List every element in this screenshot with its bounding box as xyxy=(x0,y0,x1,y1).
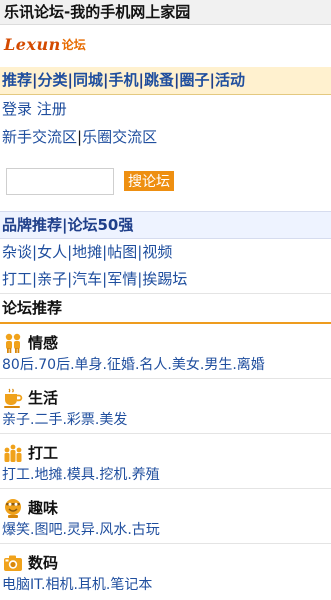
category-head: 情感 xyxy=(2,324,331,354)
category-name[interactable]: 打工 xyxy=(28,442,58,464)
login-link[interactable]: 登录 xyxy=(2,100,32,118)
category-head: 数码 xyxy=(2,544,331,574)
forum-recommend-title: 论坛推荐 xyxy=(0,294,331,324)
register-link[interactable]: 注册 xyxy=(37,100,67,118)
nav-item-tongcheng[interactable]: 同城 xyxy=(73,71,103,89)
search-button[interactable]: 搜论坛 xyxy=(124,171,174,191)
nav-item-shouji[interactable]: 手机 xyxy=(109,71,139,89)
category-name[interactable]: 生活 xyxy=(28,387,58,409)
auth-row: 登录 注册 xyxy=(0,95,331,123)
quick-link-shipin[interactable]: 视频 xyxy=(142,243,172,261)
quick-link-dagong[interactable]: 打工 xyxy=(2,270,32,288)
lequan-exchange-link[interactable]: 乐圈交流区 xyxy=(82,128,157,146)
quick-link-nvren[interactable]: 女人 xyxy=(37,243,67,261)
coffee-cup-icon xyxy=(2,387,24,409)
category-item: 生活 亲子.二手.彩票.美发 xyxy=(0,379,331,434)
search-area: 搜论坛 xyxy=(0,151,331,211)
logo-text-cn: 论坛 xyxy=(61,37,86,52)
top-nav: 推荐|分类|同城|手机|跳蚤|圈子|活动 xyxy=(0,67,331,95)
category-item: 打工 打工.地摊.模具.挖机.养殖 xyxy=(0,434,331,489)
category-name[interactable]: 情感 xyxy=(28,332,58,354)
category-links[interactable]: 电脑IT.相机.耳机.笔记本 xyxy=(2,574,331,598)
logo[interactable]: Lexun 论坛 xyxy=(0,25,331,63)
search-input[interactable] xyxy=(6,167,114,195)
quick-link-zatan[interactable]: 杂谈 xyxy=(2,243,32,261)
page-title: 乐讯论坛-我的手机网上家园 xyxy=(4,3,191,21)
category-links[interactable]: 80后.70后.单身.征婚.名人.美女.男生.离婚 xyxy=(2,354,331,378)
camera-icon xyxy=(2,552,24,574)
top50-link[interactable]: 论坛50强 xyxy=(68,216,134,234)
header-bar: 乐讯论坛-我的手机网上家园 xyxy=(0,0,331,25)
quick-link-junqing[interactable]: 军情 xyxy=(107,270,137,288)
workers-icon xyxy=(2,442,24,464)
category-head: 趣味 xyxy=(2,489,331,519)
couple-icon xyxy=(2,332,24,354)
quick-link-aiti[interactable]: 挨踢坛 xyxy=(142,270,187,288)
quick-link-qinzi[interactable]: 亲子 xyxy=(37,270,67,288)
category-name[interactable]: 数码 xyxy=(28,552,58,574)
quick-link-tietu[interactable]: 帖图 xyxy=(107,243,137,261)
brand-recommend-link[interactable]: 品牌推荐 xyxy=(2,216,62,234)
category-links[interactable]: 亲子.二手.彩票.美发 xyxy=(2,409,331,433)
exchange-row: 新手交流区|乐圈交流区 xyxy=(0,123,331,151)
category-name[interactable]: 趣味 xyxy=(28,497,58,519)
quick-links-row-1: 杂谈|女人|地摊|帖图|视频 xyxy=(0,239,331,266)
nav-item-quanzi[interactable]: 圈子 xyxy=(180,71,210,89)
nav-item-huodong[interactable]: 活动 xyxy=(215,71,245,89)
category-item: 趣味 爆笑.图吧.灵异.风水.古玩 xyxy=(0,489,331,544)
category-links[interactable]: 爆笑.图吧.灵异.风水.古玩 xyxy=(2,519,331,543)
logo-text-en: Lexun xyxy=(4,34,61,54)
smiley-icon xyxy=(2,497,24,519)
brand-bar: 品牌推荐|论坛50强 xyxy=(0,211,331,239)
nav-item-fenlei[interactable]: 分类 xyxy=(38,71,68,89)
newbie-exchange-link[interactable]: 新手交流区 xyxy=(2,128,77,146)
category-item: 数码 电脑IT.相机.耳机.笔记本 xyxy=(0,544,331,598)
quick-link-qiche[interactable]: 汽车 xyxy=(72,270,102,288)
category-item: 情感 80后.70后.单身.征婚.名人.美女.男生.离婚 xyxy=(0,324,331,379)
nav-item-tiaozao[interactable]: 跳蚤 xyxy=(144,71,174,89)
nav-item-tuijian[interactable]: 推荐 xyxy=(2,71,32,89)
category-head: 打工 xyxy=(2,434,331,464)
quick-links-row-2: 打工|亲子|汽车|军情|挨踢坛 xyxy=(0,266,331,294)
category-head: 生活 xyxy=(2,379,331,409)
category-links[interactable]: 打工.地摊.模具.挖机.养殖 xyxy=(2,464,331,488)
quick-link-ditan[interactable]: 地摊 xyxy=(72,243,102,261)
